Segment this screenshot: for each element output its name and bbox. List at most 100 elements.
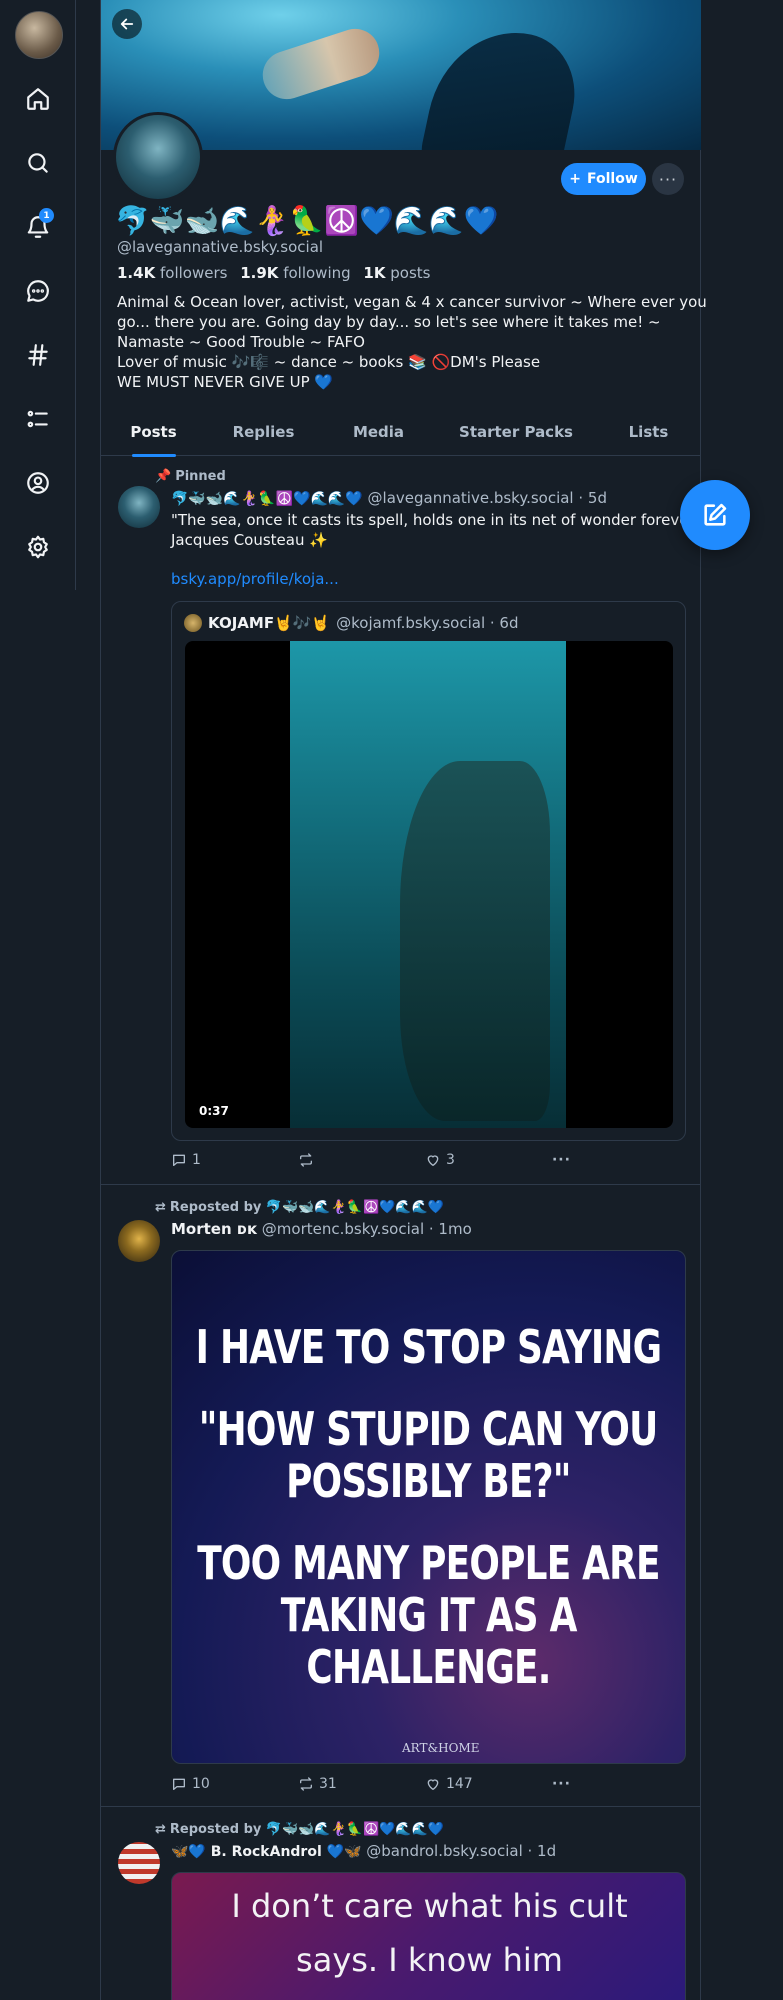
reply-count: 10 [192, 1776, 210, 1792]
like-button[interactable]: 3 [425, 1152, 552, 1168]
repost-indicator: ⇄ Reposted by 🐬🐳🐋🌊🧜‍♀️🦜☮️💙🌊🌊💙 [155, 1200, 444, 1215]
banner-whale-shape [415, 17, 587, 150]
image-text-line: POSSIBLY BE?" [286, 1454, 571, 1508]
left-sidebar: 1 [0, 0, 76, 590]
repost-small-icon: ⇄ [155, 1200, 166, 1215]
settings-nav-button[interactable] [22, 531, 54, 563]
post-handle-time[interactable]: @bandrol.bsky.social · 1d [366, 1842, 556, 1860]
post-more-button[interactable]: ··· [552, 1152, 591, 1168]
hashtag-icon [28, 344, 48, 366]
home-nav-button[interactable] [22, 83, 54, 115]
repost-button[interactable]: 31 [298, 1776, 425, 1792]
post-handle-time[interactable]: @lavegannative.bsky.social · 5d [368, 489, 607, 507]
post-author-name[interactable]: 🦋💙 B. RockAndrol 💙🦋 [171, 1844, 362, 1860]
feeds-nav-button[interactable] [22, 339, 54, 371]
quoted-post[interactable]: KOJAMF🤘🎶🤘 @kojamf.bsky.social · 6d 0:37 [171, 601, 686, 1141]
reply-button[interactable]: 10 [171, 1776, 298, 1792]
reply-icon [173, 1154, 185, 1166]
post-handle-time[interactable]: @mortenc.bsky.social · 1mo [262, 1220, 472, 1238]
quoted-author-avatar [184, 614, 202, 632]
compose-post-button[interactable] [680, 480, 750, 550]
post-header: Morten ᴅᴋ @mortenc.bsky.social · 1mo [171, 1220, 472, 1238]
followers-stat[interactable]: 1.4K followers [117, 264, 227, 282]
bio-line: Animal & Ocean lover, activist, vegan & … [117, 293, 707, 311]
post-link[interactable]: bsky.app/profile/koja... [171, 570, 339, 588]
lists-nav-button[interactable] [22, 403, 54, 435]
plus-icon: + [569, 171, 581, 187]
post-header: 🦋💙 B. RockAndrol 💙🦋 @bandrol.bsky.social… [171, 1842, 556, 1860]
repost-label[interactable]: Reposted by 🐬🐳🐋🌊🧜‍♀️🦜☮️💙🌊🌊💙 [170, 1822, 444, 1837]
search-nav-button[interactable] [22, 147, 54, 179]
reply-count: 1 [192, 1152, 201, 1168]
repost-small-icon: ⇄ [155, 1822, 166, 1837]
feed-post[interactable]: ⇄ Reposted by 🐬🐳🐋🌊🧜‍♀️🦜☮️💙🌊🌊💙 Morten ᴅᴋ … [101, 1186, 701, 1807]
like-count: 3 [445, 1152, 455, 1168]
repost-count: 31 [318, 1776, 337, 1792]
video-frame [290, 641, 566, 1128]
video-player[interactable]: 0:37 [185, 641, 673, 1128]
feed-post[interactable]: 📌 Pinned 🐬🐳🐋🌊🧜‍♀️🦜☮️💙🌊🌊💙 @lavegannative.… [101, 457, 716, 1185]
video-duration: 0:37 [195, 1102, 233, 1120]
video-reef-shape [400, 761, 550, 1121]
quoted-handle-time: @kojamf.bsky.social · 6d [336, 614, 519, 632]
profile-handle: @lavegannative.bsky.social [117, 238, 324, 256]
profile-more-button[interactable]: ··· [652, 163, 684, 195]
feed-post[interactable]: ⇄ Reposted by 🐬🐳🐋🌊🧜‍♀️🦜☮️💙🌊🌊💙 🦋💙 B. Rock… [101, 1808, 701, 2000]
tab-media[interactable]: Media [321, 412, 436, 455]
post-more-button[interactable]: ··· [552, 1776, 591, 1792]
pin-icon: 📌 [155, 469, 172, 484]
follow-button[interactable]: + Follow [561, 163, 646, 195]
profile-display-name: 🐬🐳🐋🌊🧜‍♀️🦜☮️💙🌊🌊💙 [115, 204, 499, 237]
bio-line: go... there you are. Going day by day...… [117, 313, 661, 331]
profile-stats: 1.4K followers 1.9K following 1K posts [117, 264, 438, 282]
post-text: "The sea, once it casts its spell, holds… [171, 511, 716, 549]
chat-nav-button[interactable] [22, 275, 54, 307]
post-author-name[interactable]: 🐬🐳🐋🌊🧜‍♀️🦜☮️💙🌊🌊💙 [171, 491, 363, 507]
heart-icon [427, 1779, 439, 1790]
image-text-line: "HOW STUPID CAN YOU [199, 1402, 659, 1456]
pinned-label: Pinned [175, 469, 226, 484]
repost-button[interactable] [298, 1152, 425, 1168]
post-actions: 1 3 ··· [171, 1152, 591, 1168]
post-image[interactable]: I don’t care what his cult says. I know … [171, 1872, 686, 2000]
repost-label[interactable]: Reposted by 🐬🐳🐋🌊🧜‍♀️🦜☮️💙🌊🌊💙 [170, 1200, 444, 1215]
profile-column: + Follow ··· 🐬🐳🐋🌊🧜‍♀️🦜☮️💙🌊🌊💙 @lavegannat… [100, 0, 716, 2000]
notifications-nav-button[interactable]: 1 [22, 208, 54, 243]
like-button[interactable]: 147 [425, 1776, 552, 1792]
tab-lists[interactable]: Lists [596, 412, 701, 455]
banner-diver-shape [256, 22, 386, 106]
post-image[interactable]: I HAVE TO STOP SAYING "HOW STUPID CAN YO… [171, 1250, 686, 1764]
back-button[interactable] [112, 9, 142, 39]
reply-icon [173, 1778, 185, 1790]
tab-replies[interactable]: Replies [206, 412, 321, 455]
image-text-line: I HAVE TO STOP SAYING [195, 1320, 662, 1374]
search-icon [28, 153, 48, 173]
profile-nav-button[interactable] [22, 467, 54, 499]
post-header: 🐬🐳🐋🌊🧜‍♀️🦜☮️💙🌊🌊💙 @lavegannative.bsky.soci… [171, 489, 607, 507]
image-text-line: CHALLENGE. [306, 1640, 551, 1694]
image-text-line: TOO MANY PEOPLE ARE [197, 1536, 660, 1590]
profile-tabs: Posts Replies Media Starter Packs Lists [101, 412, 701, 456]
current-user-avatar[interactable] [15, 11, 63, 59]
profile-bio: Animal & Ocean lover, activist, vegan & … [117, 292, 707, 392]
repost-icon [299, 1777, 312, 1791]
reply-button[interactable]: 1 [171, 1152, 298, 1168]
post-actions: 10 31 147 ··· [171, 1776, 591, 1792]
tab-starter-packs[interactable]: Starter Packs [436, 412, 596, 455]
gear-icon [28, 535, 48, 559]
bio-line: Namaste ~ Good Trouble ~ FAFO [117, 333, 365, 351]
post-author-avatar[interactable] [118, 486, 160, 528]
following-stat[interactable]: 1.9K following [240, 264, 350, 282]
bio-line: WE MUST NEVER GIVE UP 💙 [117, 373, 334, 391]
tab-posts[interactable]: Posts [101, 412, 206, 455]
post-author-avatar[interactable] [118, 1842, 160, 1884]
quoted-author-name: KOJAMF🤘🎶🤘 [208, 614, 331, 632]
like-count: 147 [445, 1776, 473, 1792]
bio-line: Lover of music 🎶🎼 ~ dance ~ books 📚 🚫DM'… [117, 353, 541, 371]
profile-avatar[interactable] [113, 112, 203, 202]
chat-bubble-icon [27, 280, 49, 302]
notifications-badge: 1 [39, 208, 54, 223]
post-author-avatar[interactable] [118, 1220, 160, 1262]
post-author-name[interactable]: Morten ᴅᴋ [171, 1220, 257, 1238]
quoted-post-header: KOJAMF🤘🎶🤘 @kojamf.bsky.social · 6d [184, 614, 519, 632]
